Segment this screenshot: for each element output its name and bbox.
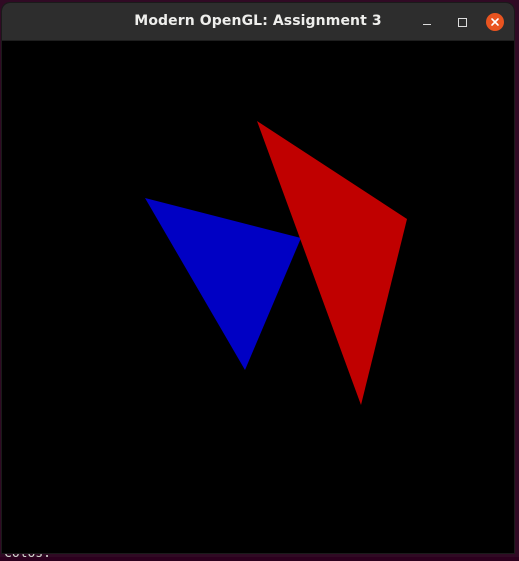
window-title: Modern OpenGL: Assignment 3 <box>134 13 382 29</box>
opengl-window[interactable]: Modern OpenGL: Assignment 3 <box>2 3 514 553</box>
minimize-button[interactable] <box>417 12 437 32</box>
minimize-icon <box>423 23 431 25</box>
maximize-button[interactable] <box>452 12 472 32</box>
close-button[interactable] <box>485 12 505 32</box>
maximize-icon <box>457 17 467 27</box>
gl-viewport[interactable] <box>2 41 514 553</box>
close-icon <box>486 13 504 31</box>
title-bar[interactable]: Modern OpenGL: Assignment 3 <box>2 3 514 41</box>
scene-canvas <box>145 121 407 405</box>
blue-triangle <box>145 198 301 370</box>
